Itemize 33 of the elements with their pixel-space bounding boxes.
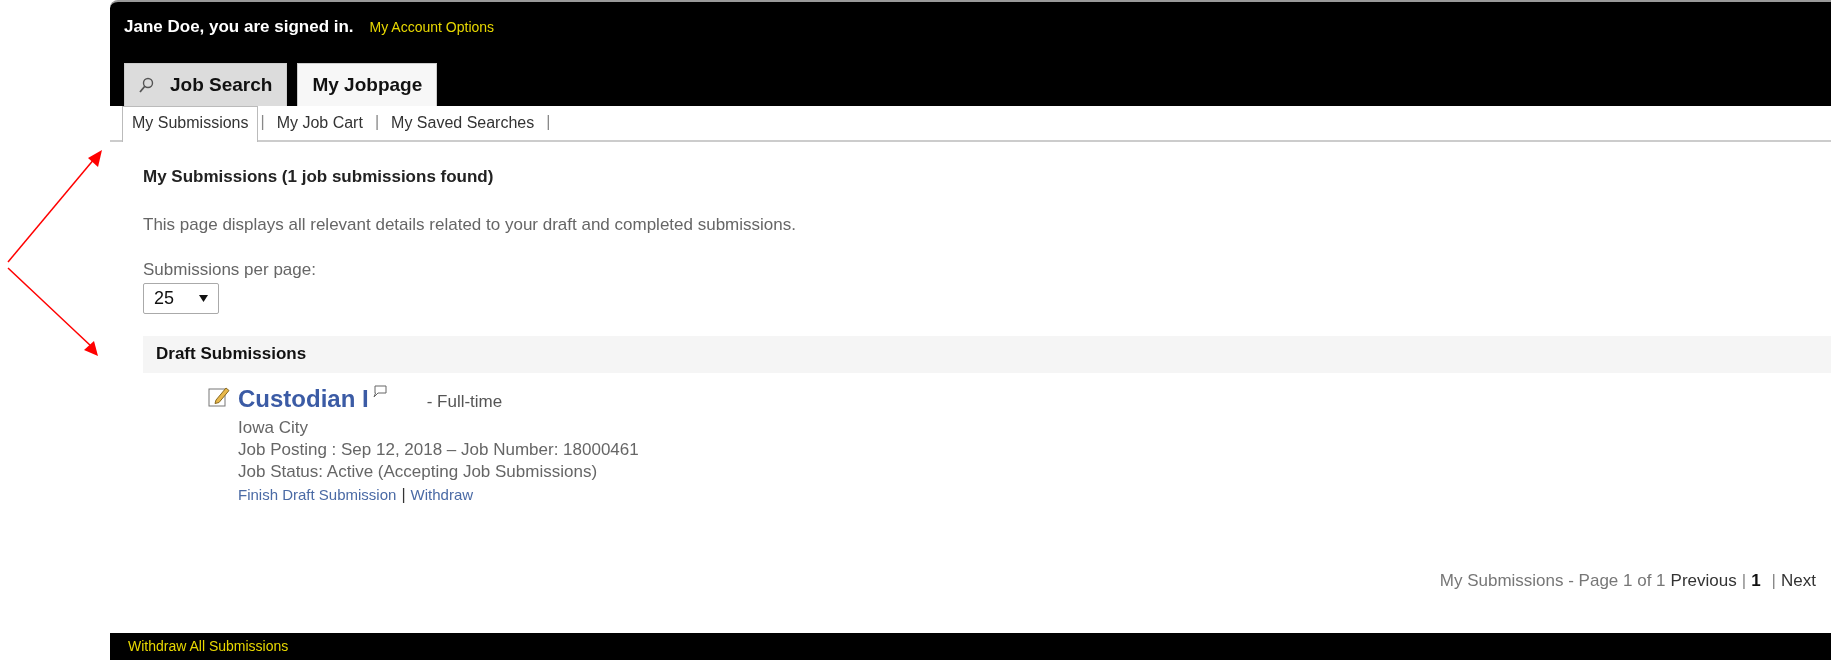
subtab[interactable]: My Submissions xyxy=(122,106,259,142)
job-title-link[interactable]: Custodian I xyxy=(238,380,369,417)
job-location: Iowa City xyxy=(238,416,309,439)
separator: | xyxy=(259,112,266,132)
job-type: - Full-time xyxy=(426,390,503,413)
search-icon xyxy=(139,77,154,93)
job-status: Job Status: Active (Accepting Job Submissions) xyxy=(238,460,599,483)
account-options-link[interactable]: My Account Options xyxy=(369,19,495,35)
separator: | xyxy=(545,112,552,132)
separator: | xyxy=(1741,569,1747,592)
dropdown-caret-icon xyxy=(199,294,208,302)
separator: | xyxy=(1771,569,1777,592)
tab[interactable]: My Jobpage xyxy=(297,63,438,106)
section-header: Draft Submissions xyxy=(143,335,1831,373)
previous-link[interactable]: Previous xyxy=(1670,567,1737,593)
separator: | xyxy=(400,485,407,503)
withdraw-all-link[interactable]: Withdraw All Submissions xyxy=(128,636,289,657)
next-link[interactable]: Next xyxy=(1781,567,1816,593)
action-link[interactable]: Finish Draft Submission xyxy=(238,485,397,503)
signed-in-text: Jane Doe, you are signed in. xyxy=(124,17,354,36)
subtab[interactable]: My Saved Searches xyxy=(381,106,545,140)
page-description: This page displays all relevant details related to your draft and completed submissions. xyxy=(143,213,797,236)
per-page-select[interactable]: 25 xyxy=(143,282,219,314)
page-link[interactable]: 1 xyxy=(1751,567,1761,593)
separator: | xyxy=(373,112,381,132)
page-heading: My Submissions (1 job submissions found) xyxy=(143,166,495,188)
comment-icon[interactable] xyxy=(371,384,387,399)
action-link[interactable]: Withdraw xyxy=(410,485,474,503)
pagination-summary: My Submissions - Page 1 of 1 xyxy=(1439,569,1666,592)
subtab[interactable]: My Job Cart xyxy=(266,106,373,140)
tab[interactable]: Job Search xyxy=(124,63,288,106)
per-page-label: Submissions per page: xyxy=(143,259,317,281)
job-posting: Job Posting : Sep 12, 2018 – Job Number: 18000461 xyxy=(238,438,639,461)
